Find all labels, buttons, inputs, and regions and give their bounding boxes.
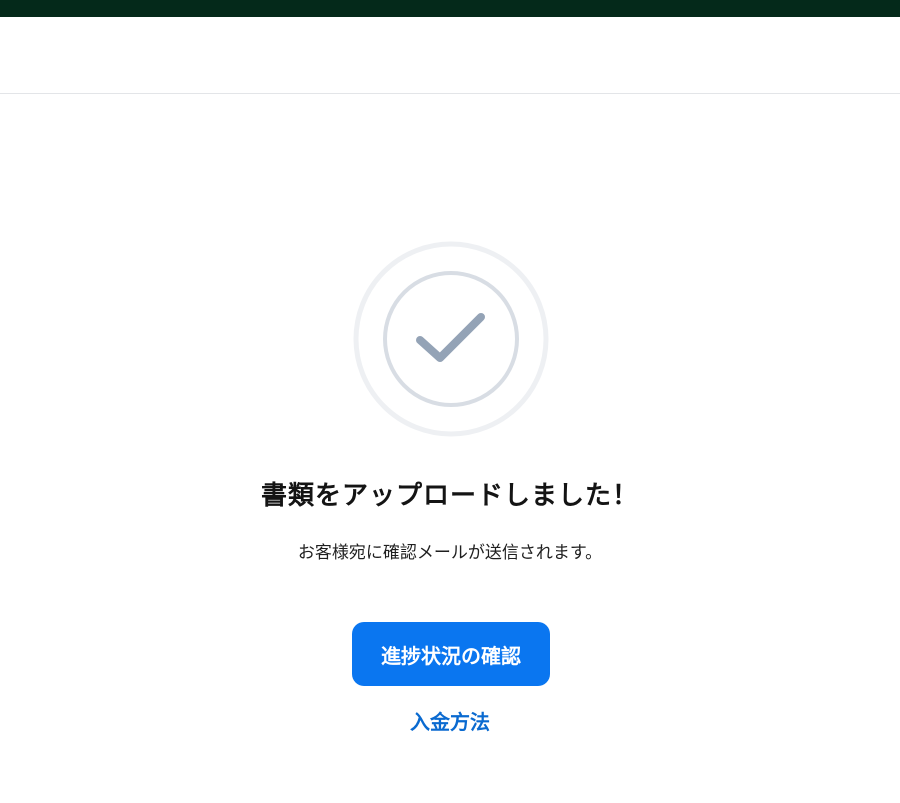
inner-ring — [383, 271, 519, 407]
payment-method-link[interactable]: 入金方法 — [0, 708, 900, 736]
upload-success-panel: 書類をアップロードしました！ お客様宛に確認メールが送信されます。 進捗状況の確… — [0, 94, 900, 803]
page-header — [0, 17, 900, 94]
check-progress-button[interactable]: 進捗状況の確認 — [352, 622, 550, 686]
confirmation-message: お客様宛に確認メールが送信されます。 — [297, 543, 603, 563]
top-bar — [0, 0, 900, 17]
page-title: 書類をアップロードしました！ — [260, 481, 639, 511]
check-circle-icon — [353, 241, 549, 437]
